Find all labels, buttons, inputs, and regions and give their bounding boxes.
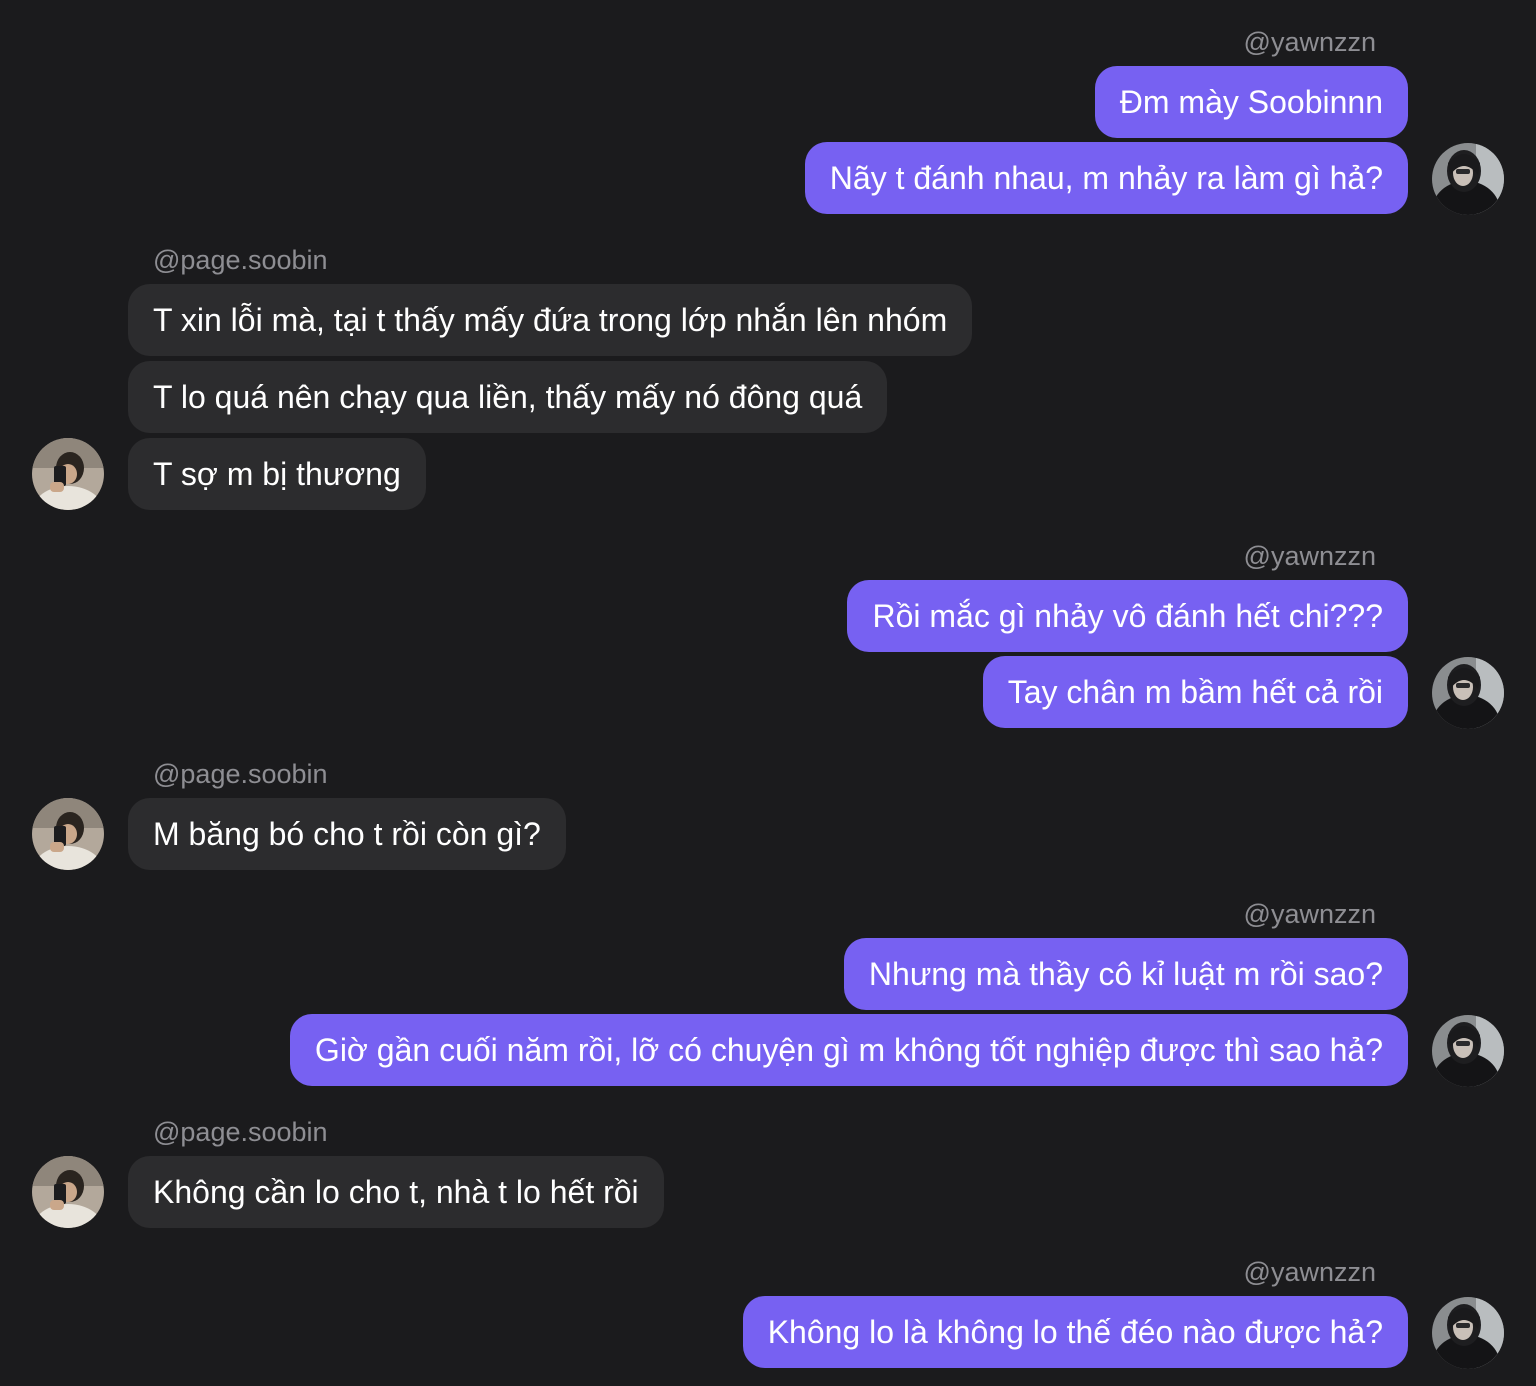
sender-username: @page.soobin [153,1117,328,1147]
outgoing-message-bubble[interactable]: Nãy t đánh nhau, m nhảy ra làm gì hả? [804,142,1408,214]
outgoing-message-bubble[interactable]: Không lo là không lo thế đéo nào được hả… [742,1296,1408,1368]
sender-username: @page.soobin [153,245,328,275]
sender-username: @yawnzzn [1243,899,1376,929]
outgoing-message-bubble[interactable]: Rồi mắc gì nhảy vô đánh hết chi??? [847,580,1408,652]
incoming-message-bubble[interactable]: M băng bó cho t rồi còn gì? [128,798,566,870]
dark-hood-avatar-icon[interactable] [1432,657,1504,729]
sender-username: @yawnzzn [1243,27,1376,57]
boy-selfie-avatar-icon[interactable] [32,438,104,510]
outgoing-message-bubble[interactable]: Tay chân m bầm hết cả rồi [982,656,1408,728]
dark-hood-avatar-icon[interactable] [1432,1015,1504,1087]
dark-hood-avatar-icon[interactable] [1432,143,1504,215]
boy-selfie-avatar-icon[interactable] [32,798,104,870]
dark-hood-avatar-icon[interactable] [1432,1297,1504,1369]
outgoing-message-bubble[interactable]: Đm mày Soobinnn [1094,66,1408,138]
outgoing-message-bubble[interactable]: Nhưng mà thầy cô kỉ luật m rồi sao? [843,938,1408,1010]
incoming-message-bubble[interactable]: T sợ m bị thương [128,438,426,510]
sender-username: @yawnzzn [1243,541,1376,571]
boy-selfie-avatar-icon[interactable] [32,1156,104,1228]
sender-username: @page.soobin [153,759,328,789]
sender-username: @yawnzzn [1243,1257,1376,1287]
incoming-message-bubble[interactable]: T lo quá nên chạy qua liền, thấy mấy nó … [128,361,888,433]
incoming-message-bubble[interactable]: Không cần lo cho t, nhà t lo hết rồi [128,1156,664,1228]
incoming-message-bubble[interactable]: T xin lỗi mà, tại t thấy mấy đứa trong l… [128,284,973,356]
chat-thread: @yawnzzn Đm mày Soobinnn Nãy t đánh nhau… [0,0,1536,1386]
outgoing-message-bubble[interactable]: Giờ gần cuối năm rồi, lỡ có chuyện gì m … [289,1014,1408,1086]
